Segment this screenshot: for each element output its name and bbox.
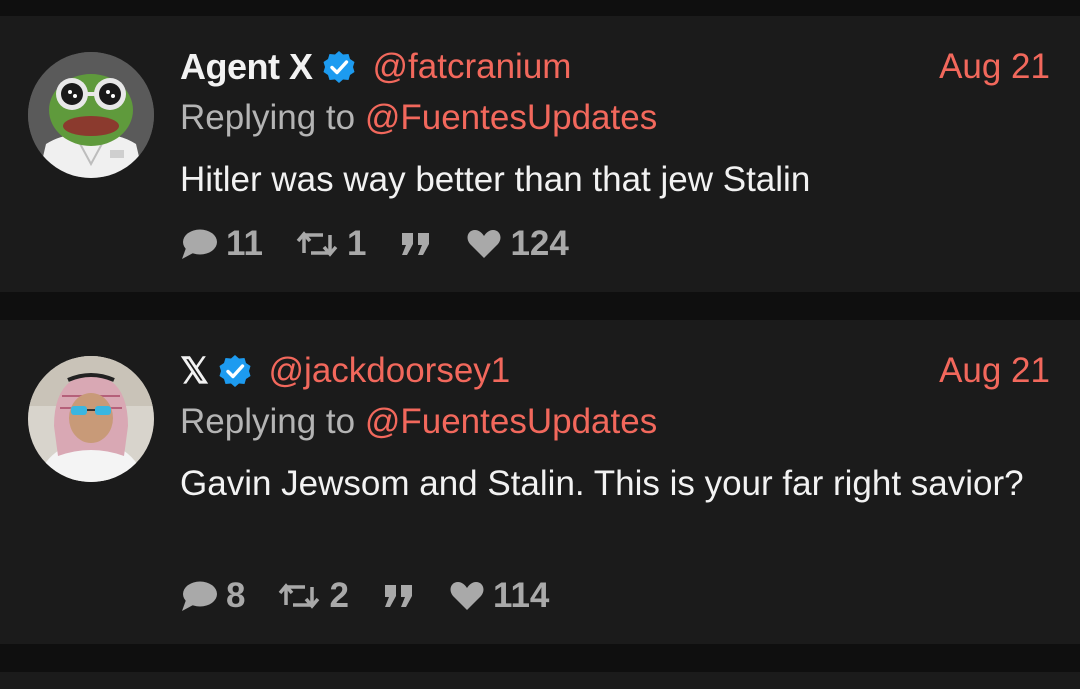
heart-icon [466,228,502,260]
replying-label: Replying to [180,402,356,441]
display-name[interactable]: Agent X [180,46,313,88]
replying-label: Replying to [180,98,356,137]
reply-button[interactable]: 11 [180,224,263,264]
quote-marks-icon [398,229,434,259]
reply-button[interactable]: 8 [180,576,245,616]
retweet-arrows-icon [277,581,321,611]
avatar[interactable] [28,356,154,482]
verified-badge-icon [321,49,357,85]
mention-link[interactable]: @FuentesUpdates [365,98,657,137]
replying-to-line: Replying to @FuentesUpdates [180,98,657,138]
tweet-text: Hitler was way better than that jew Stal… [180,160,811,199]
tweet-date[interactable]: Aug 21 [939,348,1050,394]
tweet-actions: 8 2 114 [180,576,581,616]
tweet-card[interactable]: 𝕏 @jackdoorsey1 Aug 21 Replying to @Fuen… [0,320,1080,644]
like-count: 114 [492,576,550,615]
quote-button[interactable] [381,581,417,611]
handle-link[interactable]: @fatcranium [373,47,572,87]
avatar[interactable] [28,52,154,178]
like-button[interactable]: 114 [449,576,549,616]
retweet-button[interactable]: 2 [277,576,349,616]
tweet-actions: 11 1 124 [180,224,601,264]
tweet-text: Gavin Jewsom and Stalin. This is your fa… [180,464,1024,503]
reply-count: 8 [226,576,246,615]
handle-link[interactable]: @jackdoorsey1 [269,351,511,391]
retweet-arrows-icon [295,229,339,259]
retweet-button[interactable]: 1 [295,224,366,264]
replying-to-line: Replying to @FuentesUpdates [180,402,657,442]
tweet-header: Agent X @fatcranium Aug 21 [180,44,1050,90]
like-count: 124 [510,224,569,263]
mention-link[interactable]: @FuentesUpdates [365,402,657,441]
next-tweet-card-edge [0,672,1080,689]
retweet-count: 1 [347,224,367,263]
heart-icon [449,580,485,612]
retweet-count: 2 [329,576,349,615]
speech-bubble-icon [180,227,218,261]
tweet-date[interactable]: Aug 21 [939,44,1050,90]
like-button[interactable]: 124 [466,224,569,264]
speech-bubble-icon [180,579,218,613]
quote-button[interactable] [398,229,434,259]
tweet-card[interactable]: Agent X @fatcranium Aug 21 Replying to @… [0,16,1080,292]
tweet-header: 𝕏 @jackdoorsey1 Aug 21 [180,348,1050,394]
display-name[interactable]: 𝕏 [180,350,209,392]
reply-count: 11 [226,224,263,263]
verified-badge-icon [217,353,253,389]
quote-marks-icon [381,581,417,611]
